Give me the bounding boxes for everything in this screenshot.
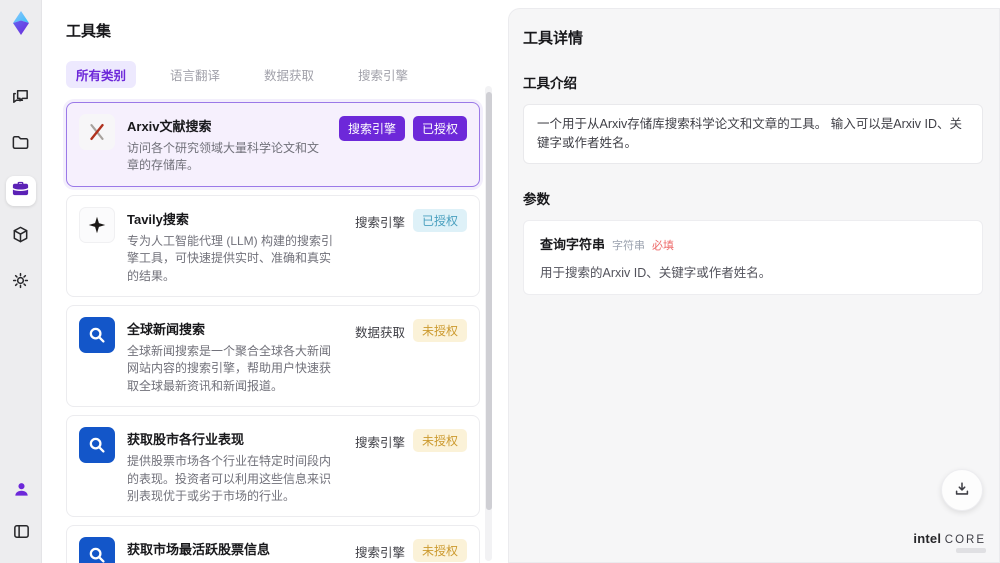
sidebar-item-models[interactable]	[6, 222, 36, 252]
tool-title: 获取市场最活跃股票信息	[127, 542, 271, 558]
tool-card[interactable]: 全球新闻搜索 全球新闻搜索是一个聚合全球各大新闻网站内容的搜索引擎，帮助用户快速…	[66, 304, 480, 408]
brand-sub-mark	[956, 548, 986, 553]
intro-heading: 工具介绍	[523, 76, 577, 91]
chat-icon	[11, 87, 30, 111]
parameter-type: 字符串	[612, 239, 646, 252]
scrollbar-thumb[interactable]	[485, 92, 492, 510]
category-label: 搜索引擎	[354, 436, 405, 451]
tool-card[interactable]: 获取市场最活跃股票信息 提供当天交易量最高的股票列表，投资者可以利用这些信息来识…	[66, 525, 480, 563]
tool-card[interactable]: 获取股市各行业表现 提供股票市场各个行业在特定时间段内的表现。投资者可以利用这些…	[66, 415, 480, 518]
sidebar-rail	[0, 0, 42, 563]
toolset-title: 工具集	[66, 23, 112, 40]
intel-core-logo: intel CORE	[913, 531, 986, 553]
tool-details-panel: 工具详情 工具介绍 一个用于从Arxiv存储库搜索科学论文和文章的工具。 输入可…	[508, 8, 1000, 563]
download-button[interactable]	[941, 469, 983, 511]
sidebar-item-tools[interactable]	[5, 176, 36, 206]
parameter-required-badge: 必填	[652, 239, 675, 252]
folder-icon	[11, 133, 30, 157]
blue-search-icon	[79, 427, 115, 464]
category-label: 搜索引擎	[354, 215, 405, 230]
tab-category-3[interactable]: 搜索引擎	[348, 61, 418, 88]
cube-icon	[11, 225, 30, 249]
toolset-pane: 工具集 所有类别 语言翻译 数据获取 搜索引擎 Arxiv文献搜索 访问各个研究领域大…	[42, 0, 508, 563]
status-badge: 未授权	[412, 318, 467, 342]
tab-category-0[interactable]: 所有类别	[66, 61, 137, 88]
sidebar-item-chat[interactable]	[6, 84, 36, 114]
parameter-card: 查询字符串 字符串 必填 用于搜索的Arxiv ID、关键字或作者姓名。	[523, 219, 983, 295]
tool-title: 全球新闻搜索	[127, 321, 206, 337]
tool-title: Tavily搜索	[127, 211, 189, 227]
params-heading: 参数	[523, 191, 550, 207]
brand-core-text: CORE	[944, 534, 986, 546]
collapse-panel-button[interactable]	[6, 519, 36, 549]
user-avatar[interactable]	[6, 477, 36, 507]
blue-search-icon	[79, 537, 115, 563]
blue-search-icon	[79, 316, 115, 353]
tool-card[interactable]: Tavily搜索 专为人工智能代理 (LLM) 构建的搜索引擎工具，可快速提供实…	[66, 194, 480, 297]
tab-category-2[interactable]: 数据获取	[254, 61, 324, 88]
tool-description: 提供股票市场各个行业在特定时间段内的表现。投资者可以利用这些信息来识别表现优于或…	[127, 454, 332, 503]
briefcase-icon	[11, 179, 30, 203]
intro-text-box: 一个用于从Arxiv存储库搜索科学论文和文章的工具。 输入可以是Arxiv ID…	[523, 104, 983, 164]
status-badge: 未授权	[412, 429, 467, 453]
status-badge: 未授权	[412, 539, 467, 563]
tool-tags: 搜索引擎 未授权	[355, 537, 467, 563]
category-badge: 搜索引擎	[338, 116, 405, 141]
brand-intel-text: intel	[913, 531, 942, 546]
sidebar-nav	[5, 84, 36, 298]
tool-tags: 数据获取 未授权	[355, 317, 467, 395]
tool-card[interactable]: Arxiv文献搜索 访问各个研究领域大量科学论文和文章的存储库。 搜索引擎 已授权	[66, 102, 480, 187]
tool-card-list: Arxiv文献搜索 访问各个研究领域大量科学论文和文章的存储库。 搜索引擎 已授权…	[66, 102, 480, 563]
tab-category-1[interactable]: 语言翻译	[160, 61, 230, 88]
app-logo-icon	[8, 10, 34, 36]
tool-description: 访问各个研究领域大量科学论文和文章的存储库。	[127, 141, 320, 173]
tool-tags: 搜索引擎 未授权	[355, 427, 467, 505]
gear-icon	[11, 271, 30, 295]
panel-collapse-icon	[12, 522, 31, 546]
tool-title: Arxiv文献搜索	[127, 119, 212, 134]
status-badge: 已授权	[412, 208, 467, 232]
tool-description: 全球新闻搜索是一个聚合全球各大新闻网站内容的搜索引擎，帮助用户快速获取全球最新资…	[127, 343, 332, 393]
tavily-icon	[79, 206, 115, 243]
tool-tags: 搜索引擎 已授权	[338, 114, 467, 175]
sidebar-bottom	[0, 477, 42, 549]
list-scrollbar[interactable]	[485, 86, 492, 561]
avatar-icon	[12, 480, 31, 504]
parameter-name: 查询字符串	[540, 236, 606, 252]
category-tabs: 所有类别 语言翻译 数据获取 搜索引擎	[66, 61, 484, 88]
parameter-description: 用于搜索的Arxiv ID、关键字或作者姓名。	[540, 265, 772, 280]
category-label: 数据获取	[354, 325, 405, 340]
details-title: 工具详情	[523, 30, 584, 47]
tool-tags: 搜索引擎 已授权	[355, 207, 467, 285]
sidebar-item-settings[interactable]	[6, 268, 36, 298]
category-label: 搜索引擎	[354, 546, 405, 561]
app-window: 工具集 所有类别 语言翻译 数据获取 搜索引擎 Arxiv文献搜索 访问各个研究领域大…	[0, 0, 1000, 563]
status-badge: 已授权	[412, 116, 467, 141]
arxiv-icon	[79, 114, 115, 150]
download-icon	[953, 480, 971, 501]
tool-title: 获取股市各行业表现	[127, 432, 245, 448]
tool-description: 专为人工智能代理 (LLM) 构建的搜索引擎工具，可快速提供实时、准确和真实的结…	[127, 233, 334, 283]
sidebar-item-files[interactable]	[6, 130, 36, 160]
